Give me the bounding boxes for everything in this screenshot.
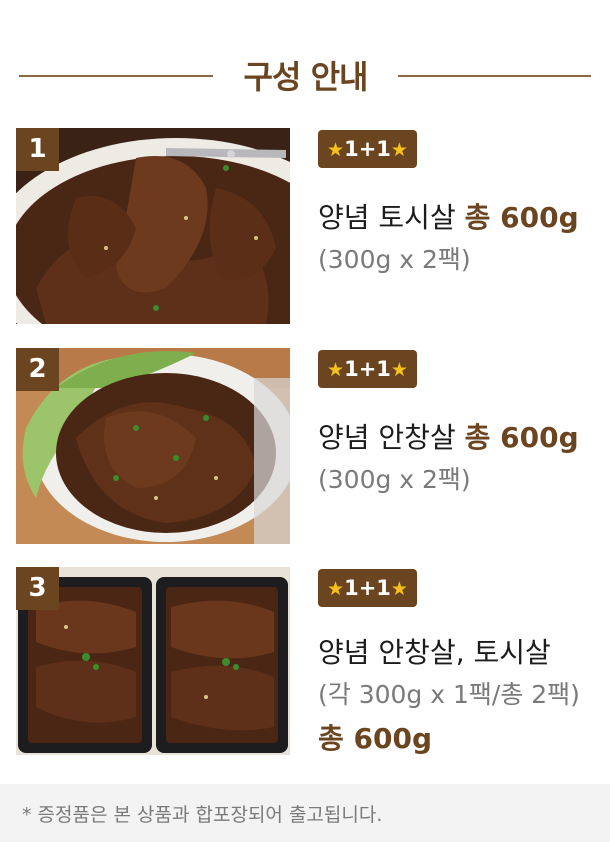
product-item-3: 3 ★1+1★ 양념 안창살, 토시살 (각 300g x 1팩/총 2팩) 총…: [0, 567, 610, 767]
one-plus-one-badge: ★1+1★: [318, 130, 417, 168]
page-title: 구성 안내: [243, 58, 369, 96]
item-number-badge: 3: [16, 567, 59, 610]
star-icon: ★: [390, 359, 408, 381]
notice-text: * 증정품은 본 상품과 합포장되어 출고됩니다.: [22, 804, 383, 826]
product-total: 총 600g: [464, 421, 579, 454]
product-total: 총 600g: [318, 722, 432, 755]
one-plus-one-badge: ★1+1★: [318, 350, 417, 388]
product-item-1: 1 ★1+1★ 양념 토시살 총 600g (300g x 2팩): [0, 128, 610, 328]
product-name: 양념 토시살 총 600g: [318, 201, 579, 234]
product-name: 양념 안창살, 토시살: [318, 636, 551, 669]
item-number-badge: 2: [16, 348, 59, 391]
asterisk-mark: *: [22, 804, 32, 826]
product-item-2: 2 ★1+1★ 양념 안창살 총 600g (300g x 2팩): [0, 348, 610, 548]
header-divider-right: [398, 75, 591, 77]
product-name: 양념 안창살 총 600g: [318, 421, 579, 454]
product-detail: (각 300g x 1팩/총 2팩): [318, 680, 580, 709]
footer-notice: * 증정품은 본 상품과 합포장되어 출고됩니다.: [0, 784, 610, 842]
star-icon: ★: [327, 578, 345, 600]
product-total: 총 600g: [464, 201, 579, 234]
star-icon: ★: [390, 578, 408, 600]
star-icon: ★: [390, 139, 408, 161]
header-divider-left: [19, 75, 213, 77]
one-plus-one-badge: ★1+1★: [318, 569, 417, 607]
item-number-badge: 1: [16, 128, 59, 171]
section-header: 구성 안내: [0, 48, 610, 104]
star-icon: ★: [327, 359, 345, 381]
product-detail: (300g x 2팩): [318, 465, 471, 494]
star-icon: ★: [327, 139, 345, 161]
product-detail: (300g x 2팩): [318, 245, 471, 274]
